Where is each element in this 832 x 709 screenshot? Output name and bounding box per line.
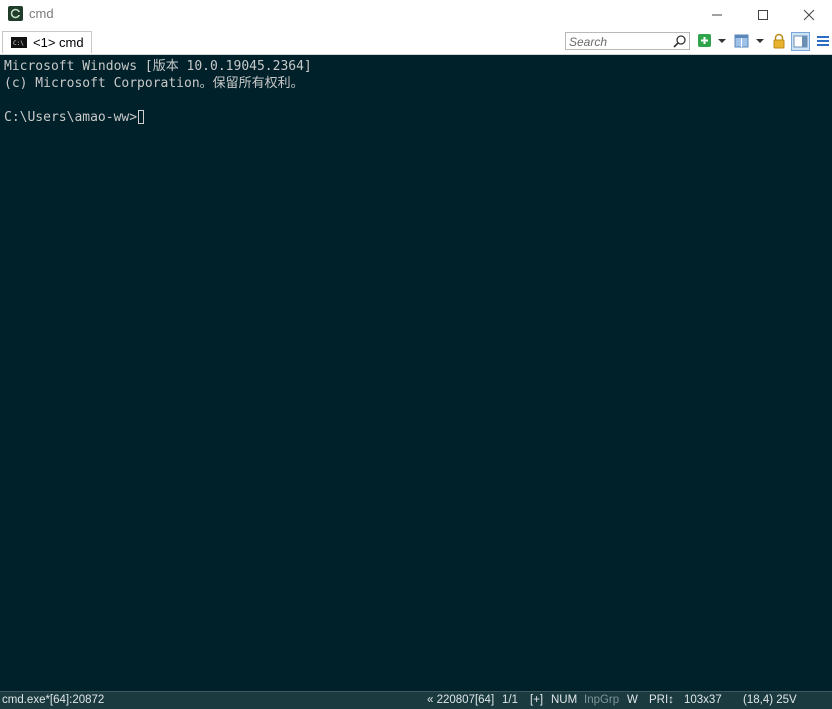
tab-label: <1> cmd	[33, 35, 84, 50]
status-pane[interactable]: 1/1	[502, 694, 518, 706]
console-line: Microsoft Windows [版本 10.0.19045.2364]	[4, 59, 312, 74]
close-icon	[803, 9, 815, 20]
status-pri[interactable]: PRI↕	[649, 694, 674, 706]
svg-text:C:\: C:\	[13, 40, 24, 47]
status-bar: cmd.exe*[64]:20872 « 220807[64] 1/1 [+] …	[0, 691, 832, 709]
status-plus[interactable]: [+]	[530, 694, 543, 706]
close-button[interactable]	[786, 0, 832, 29]
tab-toolbar: C:\ <1> cmd	[0, 29, 832, 55]
status-coords[interactable]: (18,4) 25V	[743, 694, 797, 706]
menu-icon[interactable]	[815, 33, 831, 49]
status-server[interactable]: « 220807[64]	[427, 694, 494, 706]
window-title: cmd	[29, 6, 54, 21]
minimize-icon	[712, 14, 722, 15]
console-icon: C:\	[11, 37, 27, 48]
search-field[interactable]	[565, 32, 690, 50]
split-view-dropdown-icon[interactable]	[756, 39, 764, 43]
text-cursor	[138, 110, 145, 124]
search-icon[interactable]	[672, 34, 687, 49]
title-bar: cmd	[0, 0, 832, 29]
split-view-icon[interactable]	[734, 33, 750, 49]
new-console-dropdown-icon[interactable]	[718, 39, 726, 43]
maximize-button[interactable]	[740, 0, 786, 29]
conemu-app-icon[interactable]	[8, 6, 23, 21]
search-input[interactable]	[566, 34, 669, 50]
console-line: (c) Microsoft Corporation。保留所有权利。	[4, 76, 304, 91]
panel-view-icon[interactable]	[791, 32, 810, 51]
console-prompt-line: C:\Users\amao-ww>	[4, 109, 145, 126]
lock-icon[interactable]	[771, 33, 787, 49]
console-area[interactable]: Microsoft Windows [版本 10.0.19045.2364] (…	[0, 55, 832, 691]
status-process[interactable]: cmd.exe*[64]:20872	[2, 694, 104, 706]
maximize-icon	[758, 9, 768, 20]
tab-cmd[interactable]: C:\ <1> cmd	[2, 31, 92, 53]
status-w[interactable]: W	[627, 694, 638, 706]
new-console-icon[interactable]	[697, 33, 713, 49]
status-inpgrp[interactable]: InpGrp	[584, 694, 619, 706]
status-num[interactable]: NUM	[551, 694, 577, 706]
console-prompt: C:\Users\amao-ww>	[4, 110, 138, 125]
status-size[interactable]: 103x37	[684, 694, 722, 706]
minimize-button[interactable]	[694, 0, 740, 29]
